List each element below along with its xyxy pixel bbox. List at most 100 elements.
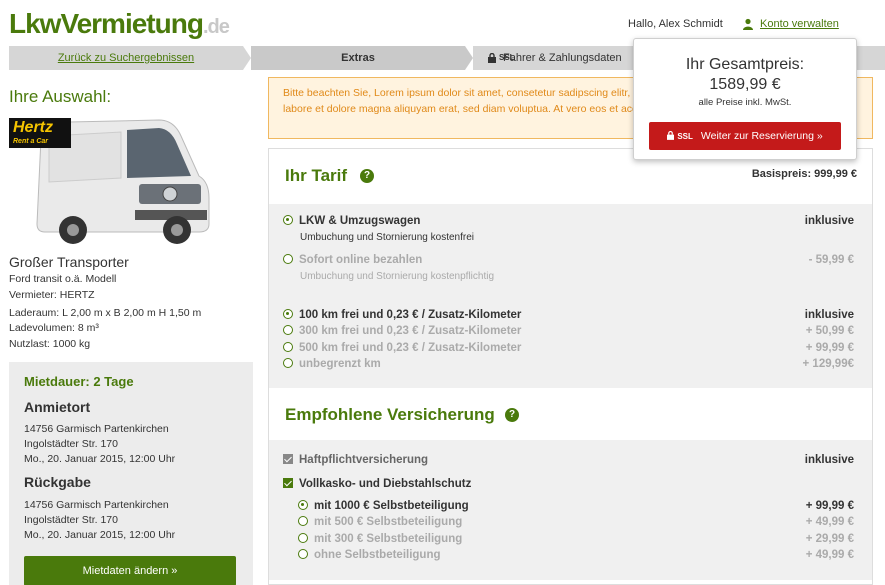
radio-unselected-icon <box>298 533 308 543</box>
radio-unselected-icon <box>283 254 293 264</box>
km-option-label: unbegrenzt km <box>299 358 381 370</box>
radio-unselected-icon <box>283 358 293 368</box>
radio-unselected-icon <box>283 325 293 335</box>
deductible-price: + 29,99 € <box>805 533 854 545</box>
insurance-help-icon[interactable]: ? <box>505 408 519 422</box>
tarif-option-lkw[interactable]: LKW & Umzugswagen <box>283 215 420 227</box>
hertz-logo-text: Hertz <box>13 119 54 136</box>
deductible-price: + 49,99 € <box>805 516 854 528</box>
total-price-value: 1589,99 € <box>709 76 781 93</box>
deductible-label: ohne Selbstbeteiligung <box>314 549 441 561</box>
tarif-option-label: Sofort online bezahlen <box>299 254 423 266</box>
km-option-100[interactable]: 100 km frei und 0,23 € / Zusatz-Kilomete… <box>283 309 521 321</box>
insurance-options-block: Haftpflichtversicherung inklusive Vollka… <box>269 440 872 580</box>
total-price-popup: Ihr Gesamtpreis: 1589,99 € alle Preise i… <box>633 38 857 160</box>
km-option-label: 300 km frei und 0,23 € / Zusatz-Kilomete… <box>299 325 522 337</box>
checkbox-checked-icon <box>283 478 293 488</box>
tarif-title: Ihr Tarif <box>285 166 348 185</box>
deductible-label: mit 1000 € Selbstbeteiligung <box>314 500 469 512</box>
vehicle-image: Hertz Rent a Car <box>9 116 214 246</box>
insurance-title: Empfohlene Versicherung <box>285 405 495 424</box>
radio-unselected-icon <box>283 342 293 352</box>
insurance-comprehensive-label: Vollkasko- und Diebstahlschutz <box>299 478 472 490</box>
km-option-price: + 99,99 € <box>805 342 854 354</box>
deductible-option-300[interactable]: mit 300 € Selbstbeteiligung <box>298 533 462 545</box>
deductible-label: mit 500 € Selbstbeteiligung <box>314 516 463 528</box>
deductible-price: + 99,99 € <box>805 500 854 512</box>
step-back-to-results[interactable]: Zurück zu Suchergebnissen <box>9 46 243 70</box>
radio-selected-icon <box>298 500 308 510</box>
deductible-option-1000[interactable]: mit 1000 € Selbstbeteiligung <box>298 500 469 512</box>
ssl-badge: SSL <box>677 132 693 141</box>
checkbox-checked-icon <box>283 454 293 464</box>
insurance-liability-label: Haftpflichtversicherung <box>299 454 429 466</box>
selection-heading: Ihre Auswahl: <box>9 87 112 106</box>
km-option-price: + 129,99€ <box>802 358 854 370</box>
tarif-help-icon[interactable]: ? <box>360 169 374 183</box>
rental-duration: Mietdauer: 2 Tage <box>24 374 134 389</box>
tarif-option-pay-now[interactable]: Sofort online bezahlen <box>283 254 422 266</box>
tarif-option-label: LKW & Umzugswagen <box>299 215 421 227</box>
vehicle-provider: Vermieter: HERTZ <box>9 289 95 301</box>
deductible-option-none[interactable]: ohne Selbstbeteiligung <box>298 549 441 561</box>
tarif-option-sub: Umbuchung und Stornierung kostenfrei <box>300 232 474 243</box>
deductible-price: + 49,99 € <box>805 549 854 561</box>
pickup-title: Anmietort <box>24 399 91 415</box>
hertz-logo-tagline: Rent a Car <box>13 138 49 145</box>
logo-text: LkwVermietung <box>9 8 204 39</box>
radio-selected-icon <box>283 215 293 225</box>
total-price-title: Ihr Gesamtpreis: <box>685 56 805 73</box>
vehicle-cargo-dims: Laderaum: L 2,00 m x B 2,00 m H 1,50 m <box>9 307 202 319</box>
radio-selected-icon <box>283 309 293 319</box>
vehicle-payload: Nutzlast: 1000 kg <box>9 338 91 350</box>
logo-suffix: .de <box>202 16 230 38</box>
vehicle-cargo-volume: Ladevolumen: 8 m³ <box>9 322 99 334</box>
base-price: Basispreis: 999,99 € <box>751 168 857 180</box>
hertz-logo: Hertz Rent a Car <box>9 118 71 148</box>
lock-icon <box>488 53 496 63</box>
km-option-price: + 50,99 € <box>805 325 854 337</box>
km-option-label: 100 km frei und 0,23 € / Zusatz-Kilomete… <box>299 309 522 321</box>
pickup-street: Ingolstädter Str. 170 <box>24 438 118 450</box>
return-city: 14756 Garmisch Partenkirchen <box>24 499 169 511</box>
pickup-date: Mo., 20. Januar 2015, 12:00 Uhr <box>24 453 176 465</box>
tarif-options-block: LKW & Umzugswagen Umbuchung und Stornier… <box>269 204 872 388</box>
insurance-liability: Haftpflichtversicherung <box>283 454 428 466</box>
continue-reservation-label: Weiter zur Reservierung » <box>700 130 823 142</box>
tarif-option-price: inklusive <box>804 215 854 227</box>
step-arrow <box>243 46 251 70</box>
km-option-price: inklusive <box>804 309 854 321</box>
radio-unselected-icon <box>298 516 308 526</box>
return-title: Rückgabe <box>24 474 91 490</box>
lock-icon <box>667 131 675 140</box>
rental-summary: Mietdauer: 2 Tage Anmietort 14756 Garmis… <box>9 362 253 585</box>
change-rental-button[interactable]: Mietdaten ändern » <box>24 556 236 585</box>
km-option-unlimited[interactable]: unbegrenzt km <box>283 358 381 370</box>
deductible-option-500[interactable]: mit 500 € Selbstbeteiligung <box>298 516 462 528</box>
user-icon <box>743 18 753 30</box>
extras-panel: Ihr Tarif ? Basispreis: 999,99 € LKW & U… <box>268 148 873 585</box>
step-extras: Extras <box>251 46 465 70</box>
total-price-note: alle Preise inkl. MwSt. <box>698 97 792 108</box>
step-next-label: Fahrer & Zahlungsdaten <box>503 52 622 64</box>
deductible-label: mit 300 € Selbstbeteiligung <box>314 533 463 545</box>
vehicle-model: Ford transit o.ä. Modell <box>9 273 117 285</box>
pickup-city: 14756 Garmisch Partenkirchen <box>24 423 169 435</box>
tarif-option-price: - 59,99 € <box>808 254 854 266</box>
return-date: Mo., 20. Januar 2015, 12:00 Uhr <box>24 529 176 541</box>
tarif-option-sub: Umbuchung und Stornierung kostenpflichti… <box>300 271 495 282</box>
km-option-500[interactable]: 500 km frei und 0,23 € / Zusatz-Kilomete… <box>283 342 521 354</box>
vehicle-name: Großer Transporter <box>9 254 129 270</box>
ssl-badge: SSL <box>499 53 515 62</box>
user-greeting: Hallo, Alex Schmidt <box>628 18 723 30</box>
radio-unselected-icon <box>298 549 308 559</box>
km-option-label: 500 km frei und 0,23 € / Zusatz-Kilomete… <box>299 342 522 354</box>
km-option-300[interactable]: 300 km frei und 0,23 € / Zusatz-Kilomete… <box>283 325 521 337</box>
insurance-comprehensive[interactable]: Vollkasko- und Diebstahlschutz <box>283 478 471 490</box>
return-street: Ingolstädter Str. 170 <box>24 514 118 526</box>
continue-reservation-button[interactable]: SSL Weiter zur Reservierung » <box>649 122 841 150</box>
account-link[interactable]: Konto verwalten <box>760 18 839 30</box>
insurance-liability-price: inklusive <box>804 454 854 466</box>
site-logo[interactable]: LkwVermietung.de <box>9 8 230 40</box>
step-arrow <box>465 46 473 70</box>
